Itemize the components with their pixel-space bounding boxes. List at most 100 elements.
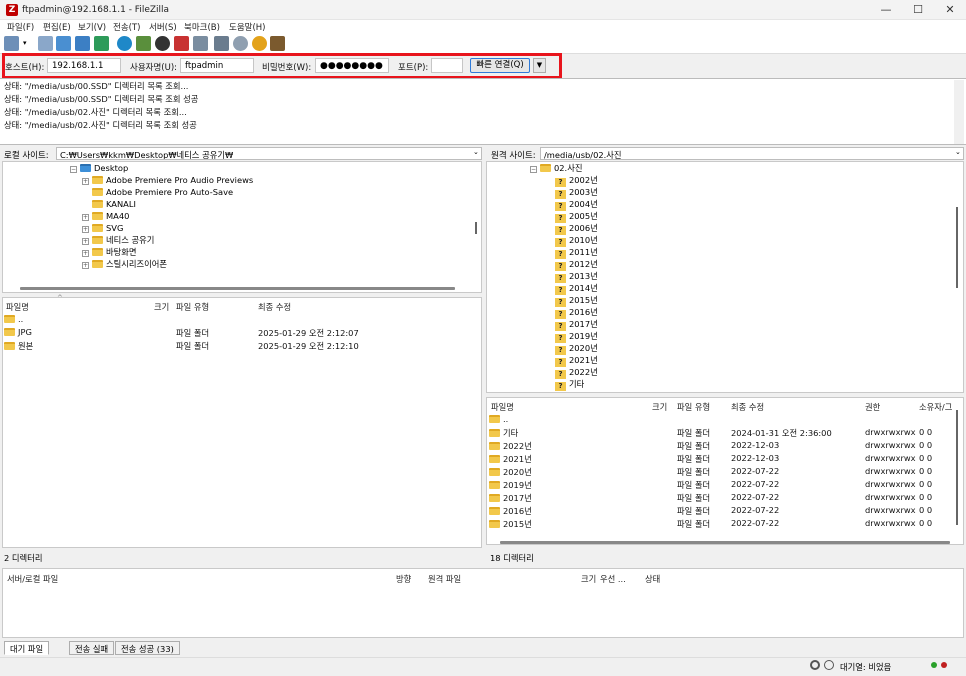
local-col-size[interactable]: 크기 <box>154 301 169 313</box>
toggle-log-icon[interactable] <box>38 36 53 51</box>
local-tree-item[interactable]: + SVG <box>70 222 470 234</box>
table-row[interactable]: 원본 파일 폴더 2025-01-29 오전 2:12:10 <box>4 340 474 353</box>
expand-icon[interactable]: + <box>82 226 89 233</box>
remote-tree-item[interactable]: ? 2006년 <box>555 222 935 235</box>
toggle-queue-icon[interactable] <box>94 36 109 51</box>
table-row[interactable]: 2022년 파일 폴더 2022-12-03 drwxrwxrwx 0 0 <box>489 440 957 453</box>
table-row[interactable]: 2015년 파일 폴더 2022-07-22 drwxrwxrwx 0 0 <box>489 518 957 531</box>
refresh-icon[interactable] <box>117 36 132 51</box>
local-tree-item[interactable]: + 바탕화면 <box>70 246 470 258</box>
remote-col-permissions[interactable]: 권한 <box>865 401 880 413</box>
queue-col-priority[interactable]: 우선 ... <box>600 573 626 585</box>
local-tree-vscrollbar[interactable] <box>475 222 477 234</box>
remote-path-input[interactable]: /media/usb/02.사진 <box>540 147 964 160</box>
remote-tree-item[interactable]: ? 2005년 <box>555 210 935 223</box>
expand-icon[interactable]: + <box>82 262 89 269</box>
table-row[interactable]: .. <box>489 414 957 427</box>
table-row[interactable]: .. <box>4 314 474 327</box>
collapse-icon[interactable]: − <box>70 166 77 173</box>
tab-failed-transfers[interactable]: 전송 실패 <box>69 641 115 655</box>
disconnect-icon[interactable] <box>174 36 189 51</box>
filter-icon[interactable] <box>214 36 229 51</box>
log-scrollbar[interactable] <box>954 80 964 144</box>
remote-tree-item[interactable]: ? 2013년 <box>555 270 935 283</box>
chevron-down-icon[interactable]: ⌄ <box>473 148 479 156</box>
remote-tree-item[interactable]: ? 2012년 <box>555 258 935 271</box>
local-tree-item[interactable]: + Adobe Premiere Pro Audio Previews <box>70 174 470 186</box>
remote-tree-item[interactable]: ? 2011년 <box>555 246 935 259</box>
minimize-button[interactable]: — <box>870 0 902 20</box>
remote-tree-item[interactable]: ? 2004년 <box>555 198 935 211</box>
local-col-type[interactable]: 파일 유형 <box>176 301 209 313</box>
tab-successful-transfers[interactable]: 전송 성공 (33) <box>115 641 180 655</box>
menu-help[interactable]: 도움말(H) <box>229 21 265 33</box>
search-icon[interactable] <box>233 36 248 51</box>
collapse-icon[interactable]: − <box>530 166 537 173</box>
cancel-icon[interactable] <box>155 36 170 51</box>
table-row[interactable]: 2021년 파일 폴더 2022-12-03 drwxrwxrwx 0 0 <box>489 453 957 466</box>
chevron-down-icon[interactable]: ▾ <box>23 36 31 51</box>
reconnect-icon[interactable] <box>193 36 208 51</box>
remote-list-vscrollbar[interactable] <box>956 410 958 525</box>
expand-icon[interactable]: + <box>82 238 89 245</box>
table-row[interactable]: 기타 파일 폴더 2024-01-31 오전 2:36:00 drwxrwxrwx 0 … <box>489 427 957 440</box>
site-manager-icon[interactable] <box>4 36 19 51</box>
table-row[interactable]: JPG 파일 폴더 2025-01-29 오전 2:12:07 <box>4 327 474 340</box>
table-row[interactable]: 2017년 파일 폴더 2022-07-22 drwxrwxrwx 0 0 <box>489 492 957 505</box>
transfer-queue[interactable] <box>2 568 964 638</box>
local-tree-item[interactable]: + 스틸시리즈이어폰 <box>70 258 470 270</box>
speed-limit-icon[interactable] <box>824 660 834 670</box>
remote-tree-item[interactable]: ? 2014년 <box>555 282 935 295</box>
remote-col-owner[interactable]: 소유자/그 <box>919 401 956 413</box>
queue-col-direction[interactable]: 방향 <box>396 573 411 585</box>
menu-transfer[interactable]: 전송(T) <box>113 21 140 33</box>
remote-tree-item[interactable]: ? 2022년 <box>555 366 935 379</box>
remote-tree-item[interactable]: ? 2003년 <box>555 186 935 199</box>
tab-queued-files[interactable]: 대기 파일 <box>4 641 50 655</box>
sync-browse-icon[interactable] <box>252 36 267 51</box>
local-tree-hscrollbar[interactable] <box>20 287 455 290</box>
queue-col-status[interactable]: 상태 <box>645 573 660 585</box>
menu-bookmarks[interactable]: 북마크(B) <box>184 21 220 33</box>
table-row[interactable]: 2016년 파일 폴더 2022-07-22 drwxrwxrwx 0 0 <box>489 505 957 518</box>
queue-col-remote-file[interactable]: 원격 파일 <box>428 573 461 585</box>
remote-tree-item[interactable]: ? 2010년 <box>555 234 935 247</box>
settings-icon[interactable] <box>810 660 820 670</box>
queue-col-file[interactable]: 서버/로컬 파일 <box>7 573 58 585</box>
close-button[interactable]: ✕ <box>934 0 966 20</box>
remote-tree-item[interactable]: ? 2021년 <box>555 354 935 367</box>
remote-col-name[interactable]: 파일명 <box>491 401 514 413</box>
menu-file[interactable]: 파일(F) <box>7 21 34 33</box>
local-col-modified[interactable]: 최종 수정 <box>258 301 291 313</box>
remote-tree-item[interactable]: ? 2020년 <box>555 342 935 355</box>
queue-col-size[interactable]: 크기 <box>581 573 596 585</box>
remote-tree-vscrollbar[interactable] <box>956 207 958 288</box>
remote-tree-item[interactable]: ? 기타 <box>555 378 935 391</box>
menu-server[interactable]: 서버(S) <box>149 21 177 33</box>
local-tree-item[interactable]: + MA40 <box>70 210 470 222</box>
local-tree-item[interactable]: − Desktop <box>70 162 470 174</box>
chevron-down-icon[interactable]: ⌄ <box>955 148 961 156</box>
expand-icon[interactable]: + <box>82 178 89 185</box>
remote-tree-item[interactable]: ? 2016년 <box>555 306 935 319</box>
local-tree-item[interactable]: KANALI <box>70 198 470 210</box>
remote-tree-root[interactable]: − 02.사진 <box>530 162 582 174</box>
local-path-input[interactable]: C:₩Users₩kkm₩Desktop₩네티스 공유기₩ <box>56 147 482 160</box>
menu-view[interactable]: 보기(V) <box>78 21 106 33</box>
toggle-local-tree-icon[interactable] <box>56 36 71 51</box>
remote-tree-item[interactable]: ? 2017년 <box>555 318 935 331</box>
remote-tree-item[interactable]: ? 2019년 <box>555 330 935 343</box>
expand-icon[interactable]: + <box>82 250 89 257</box>
remote-col-type[interactable]: 파일 유형 <box>677 401 710 413</box>
expand-icon[interactable]: + <box>82 214 89 221</box>
menu-edit[interactable]: 편집(E) <box>43 21 71 33</box>
remote-list-hscrollbar[interactable] <box>500 541 950 544</box>
remote-col-modified[interactable]: 최종 수정 <box>731 401 764 413</box>
local-tree-item[interactable]: Adobe Premiere Pro Auto-Save <box>70 186 470 198</box>
binoculars-icon[interactable] <box>270 36 285 51</box>
local-tree-item[interactable]: + 네티스 공유기 <box>70 234 470 246</box>
toggle-remote-tree-icon[interactable] <box>75 36 90 51</box>
remote-tree-item[interactable]: ? 2002년 <box>555 174 935 187</box>
remote-tree-item[interactable]: ? 2015년 <box>555 294 935 307</box>
maximize-button[interactable]: ☐ <box>902 0 934 20</box>
